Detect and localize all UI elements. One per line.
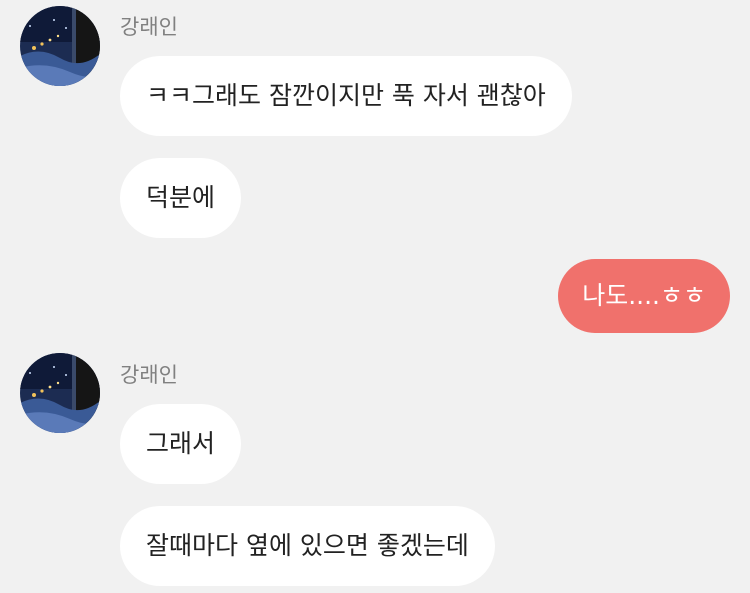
message-bubble[interactable]: 잘때마다 옆에 있으면 좋겠는데 (120, 506, 495, 586)
sender-name: 강래인 (120, 363, 178, 387)
night-window-avatar-icon (20, 353, 100, 433)
message-bubble[interactable]: ㅋㅋ그래도 잠깐이지만 푹 자서 괜찮아 (120, 56, 572, 136)
outgoing-message-bubble[interactable]: 나도....ㅎㅎ (558, 259, 730, 333)
sender-name: 강래인 (120, 15, 178, 39)
profile-avatar[interactable] (20, 353, 100, 433)
message-bubble[interactable]: 그래서 (120, 404, 242, 484)
profile-avatar[interactable] (20, 6, 100, 86)
chat-thread: 강래인 ㅋㅋ그래도 잠깐이지만 푹 자서 괜찮아 덕분에 나도....ㅎㅎ 강래… (0, 0, 750, 593)
message-bubble[interactable]: 덕분에 (120, 158, 242, 238)
night-window-avatar-icon (20, 6, 100, 86)
